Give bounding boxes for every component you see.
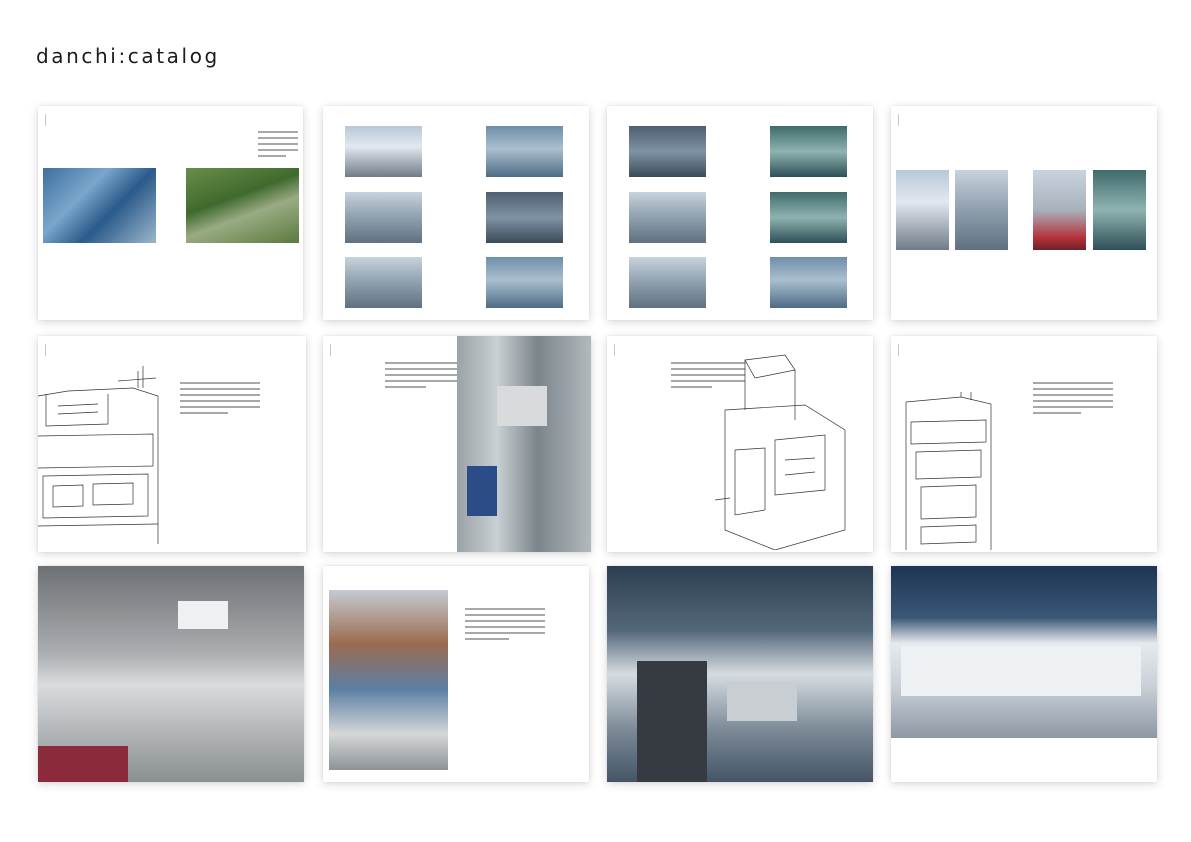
- building-sketch: [38, 366, 163, 544]
- body-text: [1033, 382, 1113, 418]
- spread-6[interactable]: [323, 336, 591, 552]
- folio-mark: [898, 344, 899, 356]
- rooftop-photo: [770, 126, 847, 177]
- spread-3[interactable]: [607, 106, 873, 320]
- body-text: [180, 382, 260, 418]
- spread-5[interactable]: [38, 336, 306, 552]
- spread-11[interactable]: [607, 566, 873, 782]
- rooftop-photo: [486, 192, 563, 243]
- rooftop-photo: [486, 257, 563, 308]
- page-title: danchi:catalog: [36, 44, 220, 68]
- spread-1[interactable]: [38, 106, 303, 320]
- rooftop-photo: [770, 257, 847, 308]
- folio-mark: [45, 114, 46, 126]
- rooftop-photo: [329, 590, 448, 770]
- rooftop-photo: [629, 257, 706, 308]
- rooftop-photo: [486, 126, 563, 177]
- rooftop-photo: [186, 168, 299, 243]
- building-sketch: [715, 350, 871, 550]
- spread-7[interactable]: [607, 336, 873, 552]
- rooftop-photo: [457, 336, 591, 552]
- building-sketch: [901, 392, 1001, 550]
- rooftop-photo: [629, 192, 706, 243]
- spread-4[interactable]: [891, 106, 1157, 320]
- spread-10[interactable]: [323, 566, 589, 782]
- spread-9[interactable]: [38, 566, 304, 782]
- rooftop-photo: [1093, 170, 1146, 250]
- spread-2[interactable]: [323, 106, 589, 320]
- rooftop-photo: [345, 126, 422, 177]
- folio-mark: [330, 344, 331, 356]
- body-text: [258, 131, 298, 161]
- rooftop-photo: [43, 168, 156, 243]
- folio-mark: [898, 114, 899, 126]
- rooftop-photo: [891, 566, 1157, 738]
- rooftop-photo: [607, 566, 873, 782]
- rooftop-photo: [629, 126, 706, 177]
- rooftop-photo: [345, 257, 422, 308]
- spread-8[interactable]: [891, 336, 1157, 552]
- rooftop-photo: [345, 192, 422, 243]
- rooftop-photo: [955, 170, 1008, 250]
- spread-12[interactable]: [891, 566, 1157, 782]
- body-text: [465, 608, 545, 644]
- rooftop-photo: [770, 192, 847, 243]
- folio-mark: [614, 344, 615, 356]
- rooftop-photo: [38, 566, 304, 782]
- folio-mark: [45, 344, 46, 356]
- rooftop-photo: [896, 170, 949, 250]
- rooftop-photo: [1033, 170, 1086, 250]
- body-text: [385, 362, 459, 392]
